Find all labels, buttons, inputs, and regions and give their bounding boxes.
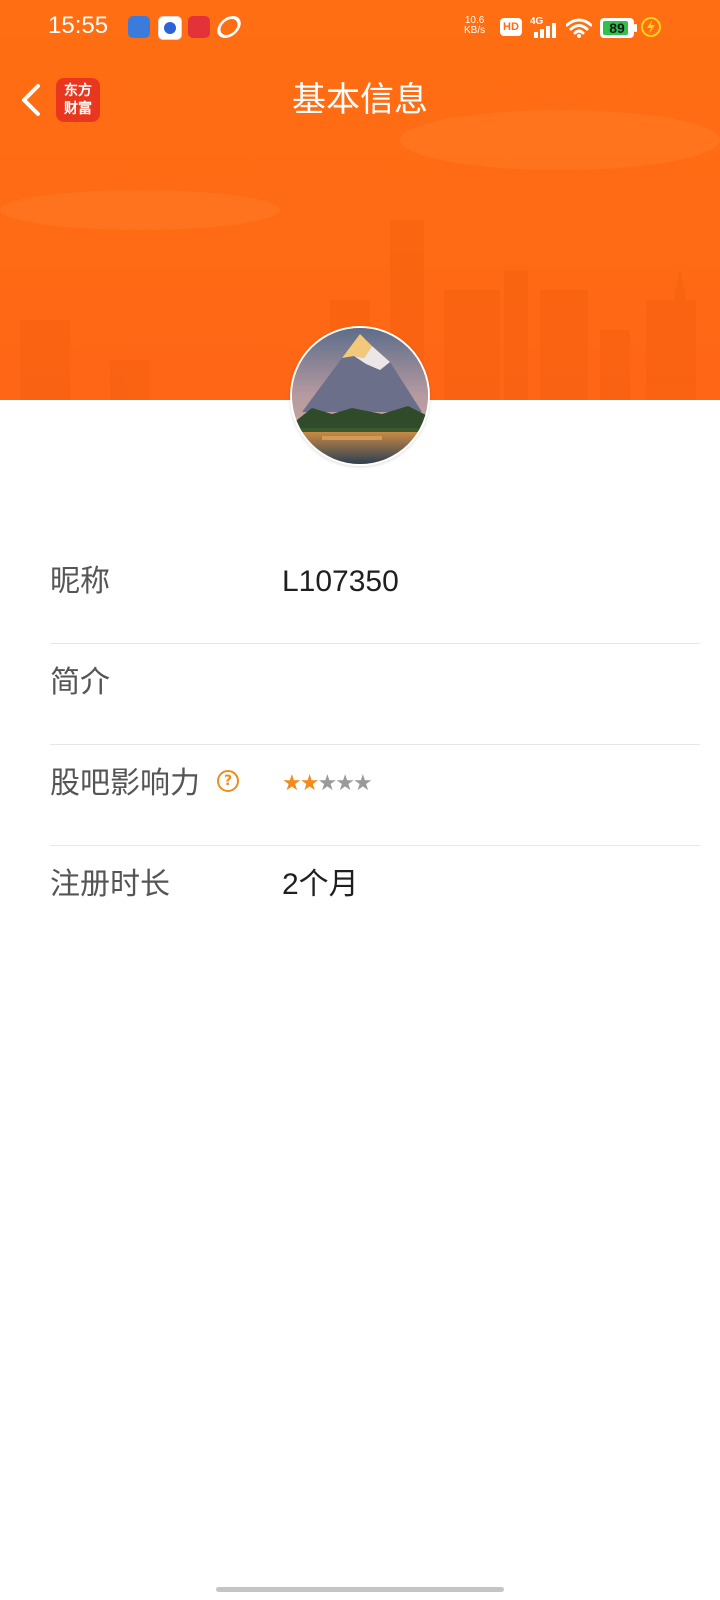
battery-level: 89 (609, 20, 625, 36)
wifi-icon (566, 18, 592, 38)
bio-label: 简介 (50, 665, 110, 700)
network-rate-unit: KB/s (464, 25, 486, 36)
star-icon: ★ (299, 771, 320, 796)
home-indicator[interactable] (216, 1587, 504, 1592)
bio-row[interactable]: 简介 (50, 644, 700, 745)
avatar[interactable] (290, 326, 430, 466)
nickname-row[interactable]: 昵称 L107350 (50, 543, 700, 644)
registration-duration-label: 注册时长 (50, 867, 170, 902)
star-icon: ★ (282, 771, 302, 796)
influence-label: 股吧影响力 (50, 766, 200, 801)
status-bar: 15:55 10.6 KB/s HD 4G 89 (0, 0, 720, 56)
notification-news-icon (188, 16, 210, 38)
registration-duration-value: 2个月 (282, 868, 359, 901)
charging-icon (641, 17, 661, 37)
notification-baidu-icon (158, 16, 182, 40)
profile-info-list: 昵称 L107350 简介 股吧影响力 ? ★★★★★ 注册时长 2个月 (50, 543, 700, 946)
page-title: 基本信息 (292, 80, 428, 120)
network-rate: 10.6 KB/s (464, 16, 485, 36)
signal-icon: 4G (530, 16, 558, 38)
star-icon: ★ (352, 771, 373, 796)
network-type: 4G (530, 16, 544, 27)
hd-badge: HD (500, 18, 522, 36)
nickname-label: 昵称 (50, 564, 110, 599)
battery-icon: 89 (600, 18, 634, 38)
nickname-value: L107350 (282, 565, 399, 598)
avatar-image (292, 328, 428, 464)
influence-rating: ★★★★★ (282, 771, 373, 796)
star-icon: ★ (335, 771, 355, 796)
notification-app-icon (213, 16, 245, 38)
notification-app-icon (128, 16, 150, 38)
help-circle-icon[interactable]: ? (217, 770, 239, 792)
battery-tip (634, 24, 637, 32)
influence-row: 股吧影响力 ? ★★★★★ (50, 745, 700, 846)
registration-duration-row: 注册时长 2个月 (50, 846, 700, 946)
star-icon: ★ (317, 771, 337, 796)
status-time: 15:55 (48, 12, 109, 39)
